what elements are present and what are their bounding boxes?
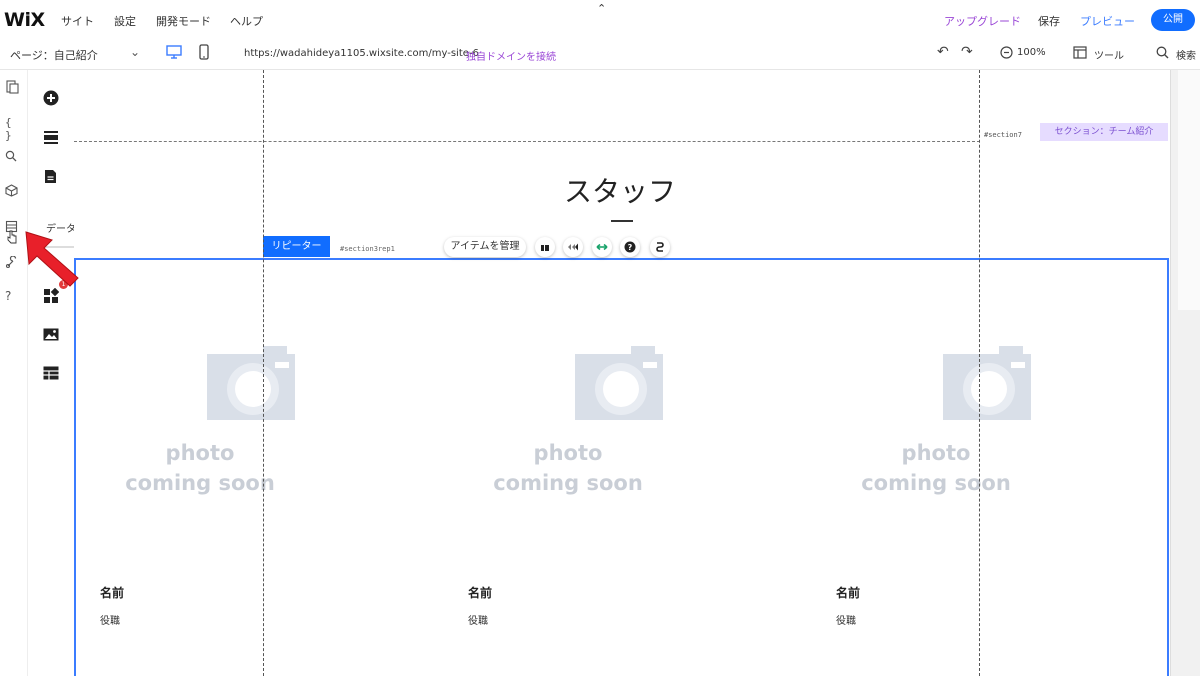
staff-name[interactable]: 名前 [468, 584, 492, 601]
page-toolbar: ページ：自己紹介 ⌄ https://wadahideya1105.wixsit… [0, 40, 1200, 70]
package-icon[interactable] [5, 184, 21, 200]
svg-text:?: ? [628, 243, 633, 252]
mobile-icon[interactable] [199, 44, 209, 60]
photo-line: photo [165, 441, 235, 465]
tools-icon[interactable] [1073, 46, 1087, 59]
photo-line: photo [901, 441, 971, 465]
right-scroll-area[interactable] [1178, 70, 1200, 310]
wrench-icon[interactable] [5, 255, 21, 272]
staff-name[interactable]: 名前 [100, 584, 124, 601]
collapse-caret-icon[interactable]: ⌃ [597, 2, 606, 15]
coming-soon-line: coming soon [125, 471, 275, 495]
menu-settings[interactable]: 設定 [114, 13, 136, 29]
grid-guide-right [979, 70, 980, 676]
add-section-icon[interactable] [43, 130, 59, 146]
animation-icon[interactable] [563, 237, 583, 257]
photo-line: photo [533, 441, 603, 465]
menu-dev-mode[interactable]: 開発モード [156, 13, 211, 29]
repeater-id-label: #section3rep1 [340, 245, 395, 253]
left-rail-secondary: { } ? [0, 70, 28, 676]
photo-placeholder-text: photo coming soon [468, 438, 668, 498]
repeater-item[interactable]: photo coming soon 名前 役職 [468, 258, 768, 676]
cms-table-icon[interactable] [43, 366, 59, 382]
placeholder-camera-icon[interactable] [203, 344, 363, 424]
staff-role[interactable]: 役職 [100, 612, 120, 627]
left-rail-main [28, 70, 74, 676]
photo-placeholder-text: photo coming soon [100, 438, 300, 498]
staff-role[interactable]: 役職 [468, 612, 488, 627]
stretch-icon[interactable] [592, 237, 612, 257]
preview-button[interactable]: プレビュー [1080, 13, 1135, 29]
staff-heading[interactable]: スタッフ [520, 170, 720, 210]
menu-site[interactable]: サイト [61, 13, 94, 29]
placeholder-camera-icon[interactable] [939, 344, 1099, 424]
repeater-item[interactable]: photo coming soon 名前 役職 [100, 258, 400, 676]
upgrade-link[interactable]: アップグレード [944, 13, 1021, 29]
zoom-out-icon[interactable] [1000, 46, 1013, 59]
staff-role[interactable]: 役職 [836, 612, 856, 627]
zoom-level[interactable]: 100% [1017, 47, 1046, 58]
staff-name[interactable]: 名前 [836, 584, 860, 601]
connect-domain-link[interactable]: 独自ドメインを接続 [466, 48, 556, 63]
redo-icon[interactable]: ↷ [961, 44, 973, 60]
publish-button[interactable]: 公開 [1151, 9, 1195, 31]
heading-divider[interactable] [611, 220, 633, 222]
media-icon[interactable] [43, 328, 59, 344]
coming-soon-line: coming soon [861, 471, 1011, 495]
desktop-icon[interactable] [166, 45, 182, 59]
search-icon[interactable] [1156, 46, 1169, 59]
repeater-item[interactable]: photo coming soon 名前 役職 [836, 258, 1136, 676]
save-button[interactable]: 保存 [1038, 13, 1060, 29]
section-id-label: #section7 [984, 131, 1022, 139]
search-button[interactable]: 検索 [1176, 47, 1196, 62]
tools-button[interactable]: ツール [1094, 47, 1124, 62]
repeater-tag[interactable]: リピーター [263, 236, 330, 257]
section-tag[interactable]: セクション：チーム紹介 [1040, 123, 1168, 141]
placeholder-camera-icon[interactable] [571, 344, 731, 424]
help-icon[interactable]: ? [5, 289, 21, 305]
help-icon[interactable]: ? [620, 237, 640, 257]
menu-help[interactable]: ヘルプ [230, 13, 263, 29]
pointer-arrow-icon [22, 228, 84, 293]
pages-icon[interactable] [5, 80, 21, 96]
undo-icon[interactable]: ↶ [937, 44, 949, 60]
code-icon[interactable]: { } [5, 116, 21, 142]
photo-placeholder-text: photo coming soon [836, 438, 1036, 498]
chevron-down-icon[interactable]: ⌄ [130, 45, 140, 59]
hand-cursor-icon [6, 230, 18, 247]
manage-items-button[interactable]: アイテムを管理 [444, 237, 526, 257]
page-selector[interactable]: ページ：自己紹介 [10, 47, 98, 63]
section-boundary [74, 141, 980, 142]
connect-data-icon[interactable] [650, 237, 670, 257]
grid-guide-left [263, 70, 264, 676]
coming-soon-line: coming soon [493, 471, 643, 495]
add-elements-icon[interactable] [43, 90, 59, 106]
site-url: https://wadahideya1105.wixsite.com/my-si… [244, 48, 479, 59]
wix-logo[interactable]: WiX [4, 9, 45, 31]
pages-menu-icon[interactable] [44, 169, 60, 185]
search-icon[interactable] [5, 150, 21, 166]
top-bar: WiX サイト 設定 開発モード ヘルプ ⌃ アップグレード 保存 プレビュー … [0, 0, 1200, 40]
layout-icon[interactable] [535, 237, 555, 257]
